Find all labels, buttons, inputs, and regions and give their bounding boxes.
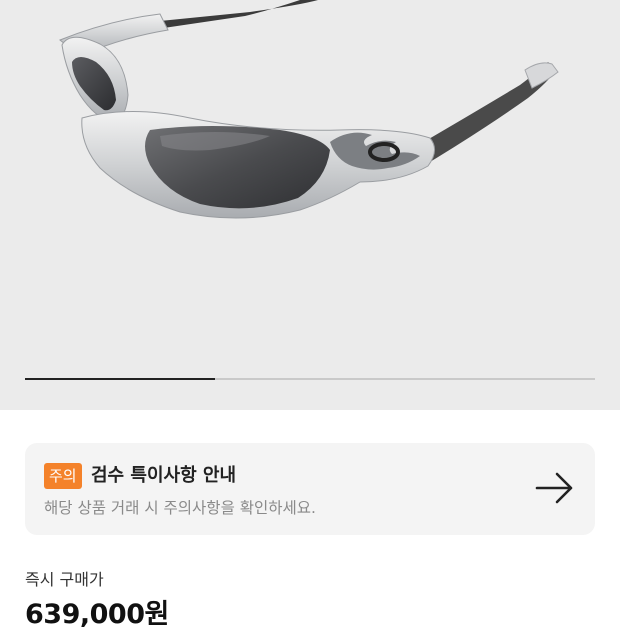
notice-description: 해당 상품 거래 시 주의사항을 확인하세요. bbox=[44, 499, 316, 517]
carousel-progress-fill bbox=[25, 378, 215, 380]
arrow-right-icon[interactable] bbox=[535, 470, 575, 506]
inspection-notice-card[interactable]: 주의 검수 특이사항 안내 해당 상품 거래 시 주의사항을 확인하세요. bbox=[25, 443, 595, 535]
product-image-carousel[interactable] bbox=[0, 0, 620, 410]
instant-buy-price: 639,000원 bbox=[25, 599, 169, 630]
instant-buy-label: 즉시 구매가 bbox=[25, 570, 104, 589]
oakley-sunglasses-image bbox=[59, 0, 559, 219]
notice-title: 검수 특이사항 안내 bbox=[91, 465, 237, 486]
carousel-progress-bar bbox=[25, 378, 595, 380]
caution-badge: 주의 bbox=[44, 463, 82, 489]
